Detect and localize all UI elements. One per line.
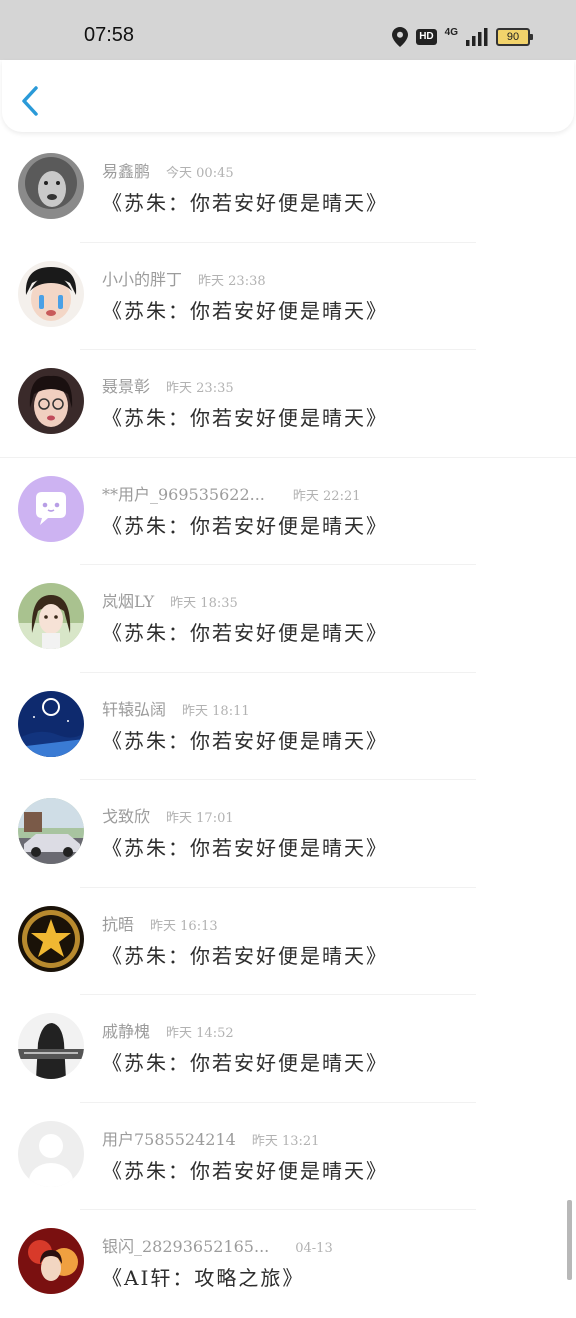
comment-text: 《AI轩：攻略之旅》: [102, 1266, 305, 1290]
red-art-avatar[interactable]: [18, 1228, 84, 1294]
comment-time: 昨天 22:21: [292, 488, 361, 504]
comment-text: 《苏朱：你若安好便是晴天》: [102, 513, 388, 538]
user-name[interactable]: 易鑫鹏: [102, 162, 150, 181]
network-type: 4G: [444, 26, 458, 38]
status-time: 07:58: [84, 24, 135, 46]
comment-text: 《苏朱：你若安好便是晴天》: [102, 406, 388, 430]
comment-text: 《苏朱：你若安好便是晴天》: [102, 1051, 388, 1075]
battery-level: 90: [506, 31, 520, 43]
location-icon: [392, 27, 409, 47]
list-item[interactable]: 轩辕弘阔 昨天 18:11 《苏朱：你若安好便是晴天》: [0, 673, 576, 780]
bw-photo-avatar[interactable]: [18, 1013, 84, 1079]
comment-text: 《苏朱：你若安好便是晴天》: [102, 621, 388, 645]
comment-text: 《苏朱：你若安好便是晴天》: [102, 191, 388, 215]
user-name[interactable]: 银闪_28293652165...: [102, 1237, 269, 1256]
comment-time: 04-13: [295, 1241, 333, 1256]
girl-glasses-avatar[interactable]: [18, 368, 84, 434]
header-bar: [2, 60, 574, 132]
signal-icon: [466, 28, 488, 46]
comment-text: 《苏朱：你若安好便是晴天》: [102, 728, 388, 753]
car-avatar[interactable]: [18, 798, 84, 864]
comment-list: 易鑫鹏 今天 00:45 《苏朱：你若安好便是晴天》 小小的胖丁 昨天 23:38 …: [0, 135, 576, 1318]
comment-text: 《苏朱：你若安好便是晴天》: [102, 836, 388, 860]
status-icons: HD 4G 90: [392, 26, 533, 48]
comment-time: 昨天 18:35: [170, 596, 238, 611]
default-chat-avatar[interactable]: [18, 475, 84, 542]
user-name[interactable]: 聂景彰: [102, 377, 150, 396]
list-item[interactable]: 岚烟LY 昨天 18:35 《苏朱：你若安好便是晴天》: [0, 565, 576, 673]
night-sky-avatar[interactable]: [18, 690, 84, 757]
comment-text: 《苏朱：你若安好便是晴天》: [102, 943, 388, 968]
user-name[interactable]: 岚烟LY: [102, 592, 154, 611]
list-item[interactable]: 小小的胖丁 昨天 23:38 《苏朱：你若安好便是晴天》: [0, 243, 576, 350]
comment-time: 昨天 17:01: [166, 811, 234, 826]
user-name[interactable]: 戈致欣: [102, 807, 150, 826]
crying-girl-avatar[interactable]: [18, 260, 84, 327]
lion-avatar[interactable]: [18, 153, 84, 219]
user-name[interactable]: 抗晤: [102, 915, 134, 934]
list-item[interactable]: 抗晤 昨天 16:13 《苏朱：你若安好便是晴天》: [0, 888, 576, 995]
list-item[interactable]: **用户_969535622... 昨天 22:21 《苏朱：你若安好便是晴天》: [0, 458, 576, 565]
comment-time: 昨天 13:21: [251, 1133, 320, 1149]
comment-time: 昨天 16:13: [150, 918, 218, 934]
list-item[interactable]: 用户7585524214 昨天 13:21 《苏朱：你若安好便是晴天》: [0, 1103, 576, 1210]
user-name[interactable]: 轩辕弘阔: [102, 700, 166, 719]
user-name[interactable]: 戚静槐: [102, 1022, 150, 1041]
comment-time: 昨天 14:52: [166, 1026, 234, 1041]
list-item[interactable]: 聂景彰 昨天 23:35 《苏朱：你若安好便是晴天》: [0, 350, 576, 458]
user-name[interactable]: 用户7585524214: [102, 1130, 236, 1149]
comment-time: 昨天 23:35: [166, 381, 234, 396]
comment-time: 今天 00:45: [166, 166, 234, 181]
list-item[interactable]: 银闪_28293652165... 04-13 《AI轩：攻略之旅》: [0, 1210, 576, 1318]
chevron-left-icon: [22, 86, 38, 116]
list-item[interactable]: 易鑫鹏 今天 00:45 《苏朱：你若安好便是晴天》: [0, 135, 576, 243]
anime-girl-avatar[interactable]: [18, 583, 84, 649]
comment-time: 昨天 18:11: [182, 703, 250, 719]
star-badge-avatar[interactable]: [18, 905, 84, 972]
comment-text: 《苏朱：你若安好便是晴天》: [102, 1158, 388, 1183]
comment-time: 昨天 23:38: [198, 273, 266, 289]
scrollbar[interactable]: [567, 1200, 572, 1280]
comment-text: 《苏朱：你若安好便是晴天》: [102, 298, 388, 323]
list-item[interactable]: 戚静槐 昨天 14:52 《苏朱：你若安好便是晴天》: [0, 995, 576, 1103]
status-bar: 07:58 HD 4G 90: [0, 0, 576, 60]
user-name[interactable]: **用户_969535622...: [102, 485, 265, 504]
user-name[interactable]: 小小的胖丁: [102, 270, 182, 289]
hd-badge: HD: [416, 29, 437, 45]
battery-icon: 90: [496, 28, 533, 46]
list-item[interactable]: 戈致欣 昨天 17:01 《苏朱：你若安好便是晴天》: [0, 780, 576, 888]
back-button[interactable]: [18, 84, 46, 118]
default-user-avatar[interactable]: [18, 1120, 84, 1187]
